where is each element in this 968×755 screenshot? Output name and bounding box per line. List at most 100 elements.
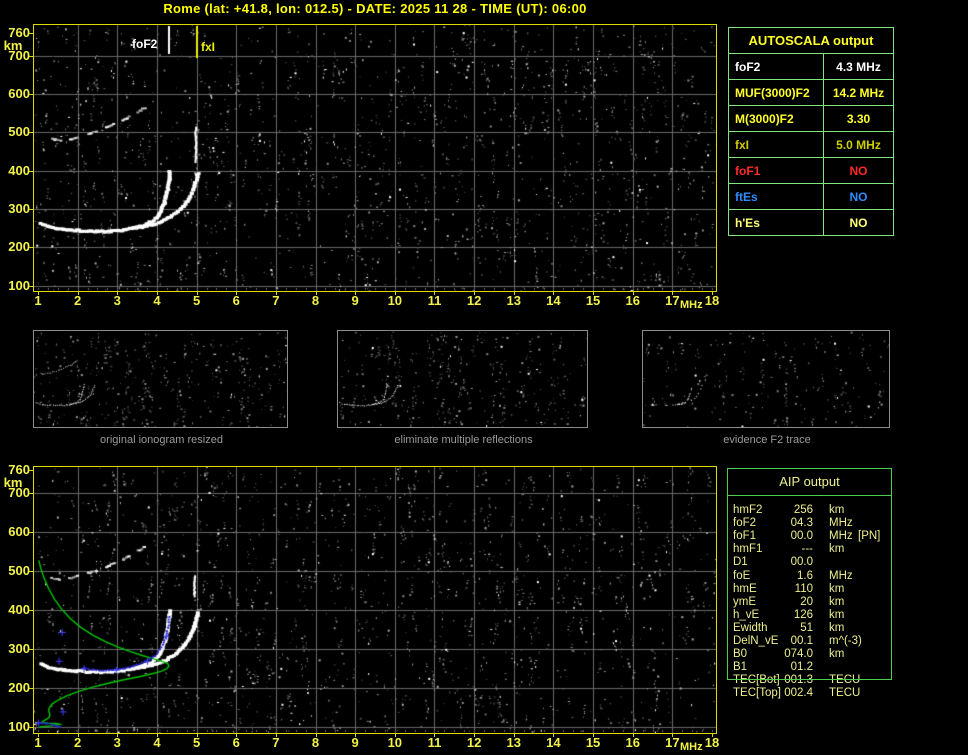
x-tick-mark xyxy=(553,292,555,295)
thumbnail-caption-reflections: eliminate multiple reflections xyxy=(394,434,533,446)
x-tick-label: 8 xyxy=(311,735,320,750)
x-tick-label: 5 xyxy=(192,293,201,308)
autoscala-row: M(3000)F2 3.30 xyxy=(728,105,894,132)
y-tick-label: 500 xyxy=(8,563,30,579)
x-tick-mark xyxy=(77,292,79,295)
y-tick-mark xyxy=(29,55,33,57)
x-tick-mark xyxy=(38,292,39,295)
x-tick-label: 9 xyxy=(351,735,359,750)
y-tick-mark xyxy=(29,610,33,612)
x-axis-unit-label: MHz xyxy=(680,741,703,753)
autoscala-row: MUF(3000)F2 14.2 MHz xyxy=(728,79,894,106)
x-tick-label: 7 xyxy=(272,293,280,308)
x-tick-label: 11 xyxy=(427,293,442,308)
y-tick-mark xyxy=(29,688,33,690)
x-tick-mark xyxy=(632,292,634,295)
x-tick-label: 14 xyxy=(546,293,561,308)
y-tick-label: 200 xyxy=(8,680,30,696)
bottom-ionogram-plot xyxy=(33,466,717,734)
y-tick-mark xyxy=(29,285,33,287)
x-tick-label: 15 xyxy=(585,735,601,750)
x-tick-label: 11 xyxy=(427,735,442,750)
x-tick-mark xyxy=(394,734,396,737)
x-tick-label: 15 xyxy=(585,293,601,308)
x-tick-mark xyxy=(474,734,476,737)
autoscala-parameter-label: h'Es xyxy=(728,209,824,236)
y-tick-mark xyxy=(29,32,33,34)
x-axis-unit-label: MHz xyxy=(680,299,703,311)
autoscala-row: foF1 NO xyxy=(728,157,894,184)
x-tick-label: 3 xyxy=(113,735,121,750)
y-tick-mark xyxy=(29,132,33,134)
x-tick-mark xyxy=(394,292,396,295)
y-tick-mark xyxy=(29,532,33,534)
x-tick-mark xyxy=(196,292,198,295)
x-tick-mark xyxy=(712,734,713,737)
x-tick-label: 6 xyxy=(232,293,240,308)
x-tick-mark xyxy=(513,292,515,295)
x-tick-label: 10 xyxy=(387,735,403,750)
x-tick-label: 10 xyxy=(387,293,403,308)
thumbnail-caption-evidence: evidence F2 trace xyxy=(723,434,811,446)
thumbnail-canvas-reflections xyxy=(338,331,587,427)
x-tick-mark xyxy=(672,734,674,737)
x-tick-mark xyxy=(77,734,79,737)
y-tick-label: 600 xyxy=(8,524,30,540)
autoscala-parameter-value: 3.30 xyxy=(823,105,894,132)
y-axis-unit-label: km xyxy=(3,37,23,53)
autoscala-parameter-value: 14.2 MHz xyxy=(823,79,894,106)
autoscala-header-row: AUTOSCALA output xyxy=(728,27,894,54)
thumbnail-canvas-evidence xyxy=(643,331,889,427)
y-tick-mark xyxy=(29,208,33,210)
x-tick-mark xyxy=(156,292,158,295)
autoscala-parameter-value: NO xyxy=(823,183,894,210)
x-tick-mark xyxy=(236,292,238,295)
x-tick-mark xyxy=(275,734,277,737)
autoscala-table-title: AUTOSCALA output xyxy=(728,27,894,54)
x-tick-label: 9 xyxy=(351,293,359,308)
x-tick-mark xyxy=(117,292,119,295)
fof2-marker-label: foF2 xyxy=(132,37,158,51)
autoscala-parameter-label: M(3000)F2 xyxy=(728,105,824,132)
autoscala-parameter-value: NO xyxy=(823,209,894,236)
y-tick-label: 500 xyxy=(8,124,30,140)
x-tick-mark xyxy=(315,734,317,737)
y-tick-label: 200 xyxy=(8,239,30,255)
x-tick-mark xyxy=(593,734,595,737)
x-tick-label: 1 xyxy=(34,735,42,750)
x-tick-label: 14 xyxy=(546,735,561,750)
y-tick-label: 100 xyxy=(8,277,30,293)
aip-unit: TECU xyxy=(829,687,861,700)
x-tick-label: 13 xyxy=(506,735,521,750)
x-tick-mark xyxy=(474,292,476,295)
x-tick-mark xyxy=(236,734,238,737)
x-tick-label: 12 xyxy=(466,293,482,308)
y-tick-label: 400 xyxy=(8,162,30,178)
y-tick-mark xyxy=(29,470,33,471)
top-ionogram-plot xyxy=(33,24,717,292)
x-tick-label: 16 xyxy=(625,293,640,308)
x-tick-mark xyxy=(355,734,357,737)
autoscala-row: ftEs NO xyxy=(728,183,894,210)
x-tick-label: 5 xyxy=(192,735,201,750)
x-tick-label: 3 xyxy=(113,293,121,308)
x-tick-mark xyxy=(593,292,595,295)
x-tick-mark xyxy=(38,734,39,737)
x-tick-label: 12 xyxy=(466,735,482,750)
x-tick-label: 2 xyxy=(74,293,82,308)
autoscala-parameter-label: MUF(3000)F2 xyxy=(728,79,824,106)
thumbnail-original-ionogram xyxy=(33,330,288,428)
thumbnail-evidence-f2 xyxy=(642,330,890,428)
station-date-time-title: Rome (lat: +41.8, lon: 012.5) - DATE: 20… xyxy=(163,1,587,16)
thumbnail-eliminate-reflections xyxy=(337,330,588,428)
y-axis-unit-label: km xyxy=(3,475,23,490)
y-tick-mark xyxy=(29,170,33,172)
y-tick-label: 100 xyxy=(8,719,30,734)
autoscala-row: h'Es NO xyxy=(728,209,894,236)
autoscala-parameter-label: fxI xyxy=(728,131,824,158)
x-tick-mark xyxy=(632,734,634,737)
x-tick-label: 4 xyxy=(153,735,161,750)
x-tick-mark xyxy=(434,292,436,295)
x-tick-mark xyxy=(434,734,436,737)
x-tick-mark xyxy=(196,734,198,737)
